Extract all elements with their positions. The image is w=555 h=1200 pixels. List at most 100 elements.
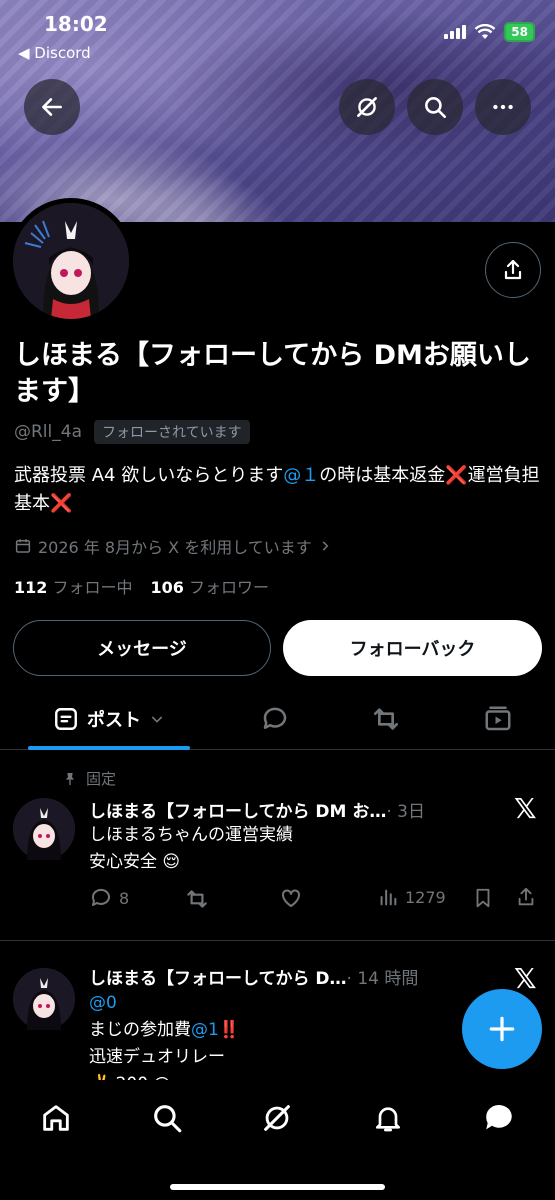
cross-mark-emoji: ❌ — [445, 465, 468, 486]
followers-stat[interactable]: 106 フォロワー — [151, 574, 270, 598]
view-count: 1279 — [405, 887, 446, 907]
pinned-label: 固定 — [86, 770, 117, 788]
video-icon — [485, 706, 511, 731]
repost-icon — [374, 708, 398, 730]
chevron-right-icon — [322, 541, 329, 551]
post-author-name[interactable]: しほまる【フォローしてから D… — [89, 964, 347, 989]
following-label: フォロー中 — [52, 578, 133, 597]
search-icon — [425, 97, 447, 119]
status-time: 18:02 — [44, 12, 108, 36]
status-bar: 18:02 ◀ Discord 58 — [0, 0, 555, 70]
arrow-left-icon — [42, 98, 62, 116]
double-exclamation-emoji: ‼️ — [218, 1020, 240, 1040]
reply-count: 8 — [119, 888, 130, 908]
post-mention-link[interactable]: @0 — [89, 990, 240, 1017]
followers-count: 106 — [150, 578, 184, 597]
pin-icon — [66, 772, 74, 785]
battery-indicator: 58 — [504, 22, 535, 42]
tab-replies[interactable] — [255, 690, 295, 748]
bookmark-icon — [476, 888, 490, 908]
post-actions: 8 1279 — [89, 886, 544, 916]
post-text-span: まじの参加費 — [89, 1020, 191, 1040]
compose-post-button[interactable] — [462, 989, 542, 1069]
post-author-name[interactable]: しほまる【フォローしてから DM お… — [89, 797, 386, 822]
share-button[interactable] — [485, 242, 541, 298]
post-line: 安心安全 😌 — [89, 852, 181, 872]
nav-search[interactable] — [147, 1098, 187, 1138]
tab-posts[interactable]: ポスト — [28, 690, 190, 748]
profile-avatar[interactable] — [8, 198, 134, 324]
profile-handle: @Rll_4a — [14, 422, 82, 442]
x-logo-icon[interactable]: 𝕏 — [514, 792, 537, 825]
more-button[interactable] — [475, 79, 531, 135]
back-to-app-link[interactable]: ◀ Discord — [18, 44, 91, 62]
share-icon — [504, 259, 522, 280]
author-avatar-image — [13, 968, 75, 1030]
back-button[interactable] — [24, 79, 80, 135]
nav-notifications[interactable] — [368, 1098, 408, 1138]
home-indicator — [170, 1184, 385, 1190]
profile-name: しほまる【フォローしてから DMお願いします】 — [14, 340, 531, 407]
views-button[interactable]: 1279 — [377, 886, 446, 908]
joined-date: 2026 年 8月から X を利用しています — [38, 538, 312, 557]
profile-bio: 武器投票 A4 欲しいならとります@１の時は基本返金❌運営負担基本❌ — [14, 462, 544, 518]
follow-back-button[interactable]: フォローバック — [283, 620, 542, 676]
nav-grok[interactable] — [257, 1098, 297, 1138]
signal-icon — [444, 25, 467, 39]
post-timestamp[interactable]: · 14 時間 — [347, 964, 419, 989]
bookmark-button[interactable] — [472, 886, 494, 910]
share-post-button[interactable] — [515, 886, 537, 908]
handle-row: @Rll_4a フォローされています — [14, 420, 250, 444]
chevron-down-icon — [151, 716, 163, 723]
tab-media[interactable] — [478, 690, 518, 748]
repost-icon — [187, 890, 207, 908]
bio-text: の時は基本返金 — [319, 465, 446, 486]
grok-icon — [264, 1105, 290, 1131]
following-count: 112 — [14, 578, 48, 597]
post-mention-link[interactable]: @1 — [191, 1020, 219, 1040]
bio-text: 武器投票 A4 欲しいならとります — [14, 465, 284, 486]
nav-home[interactable] — [36, 1098, 76, 1138]
joined-date-row[interactable]: 2026 年 8月から X を利用しています — [14, 534, 332, 558]
post-line: まじの参加費@1‼️ — [89, 1017, 240, 1044]
post-body[interactable]: しほまるちゃんの運営実績 安心安全 😌 — [89, 822, 293, 876]
posts-icon — [55, 708, 77, 730]
followers-label: フォロワー — [189, 578, 270, 597]
grok-icon — [357, 97, 377, 117]
post-header: しほまる【フォローしてから DM お… · 3日 — [89, 797, 425, 822]
home-icon — [43, 1105, 69, 1131]
post-timestamp[interactable]: · 3日 — [386, 797, 425, 822]
message-button[interactable]: メッセージ — [13, 620, 271, 676]
search-button[interactable] — [407, 79, 463, 135]
active-tab-indicator — [28, 746, 190, 750]
follows-you-badge: フォローされています — [94, 420, 250, 444]
profile-tabs: ポスト — [0, 690, 555, 750]
heart-icon — [282, 889, 300, 907]
more-icon — [493, 104, 513, 110]
post-author-avatar[interactable] — [13, 968, 75, 1030]
tab-reposts[interactable] — [366, 690, 406, 748]
x-logo-icon[interactable]: 𝕏 — [514, 962, 537, 995]
tab-posts-label: ポスト — [87, 710, 141, 731]
grok-button[interactable] — [339, 79, 395, 135]
search-icon — [154, 1105, 182, 1133]
wifi-icon — [474, 24, 496, 39]
post-line: 迅速デュオリレー — [89, 1047, 225, 1067]
reply-button[interactable]: 8 — [89, 886, 129, 910]
post-header: しほまる【フォローしてから D… · 14 時間 — [89, 964, 418, 989]
pinned-indicator: 固定 — [62, 768, 116, 789]
chat-bubble-icon — [486, 1105, 512, 1130]
share-icon — [518, 887, 534, 906]
repost-button[interactable] — [184, 886, 210, 912]
post-author-avatar[interactable] — [13, 798, 75, 860]
status-indicators: 58 — [444, 22, 535, 42]
following-stat[interactable]: 112 フォロー中 — [14, 574, 133, 598]
like-button[interactable] — [279, 886, 303, 910]
plus-icon — [489, 1016, 515, 1042]
analytics-icon — [380, 889, 397, 906]
nav-messages[interactable] — [479, 1098, 519, 1138]
bell-icon — [376, 1107, 400, 1132]
cross-mark-emoji: ❌ — [50, 493, 73, 514]
bio-mention-link[interactable]: @１ — [283, 465, 319, 486]
post-line: しほまるちゃんの運営実績 — [89, 825, 293, 845]
